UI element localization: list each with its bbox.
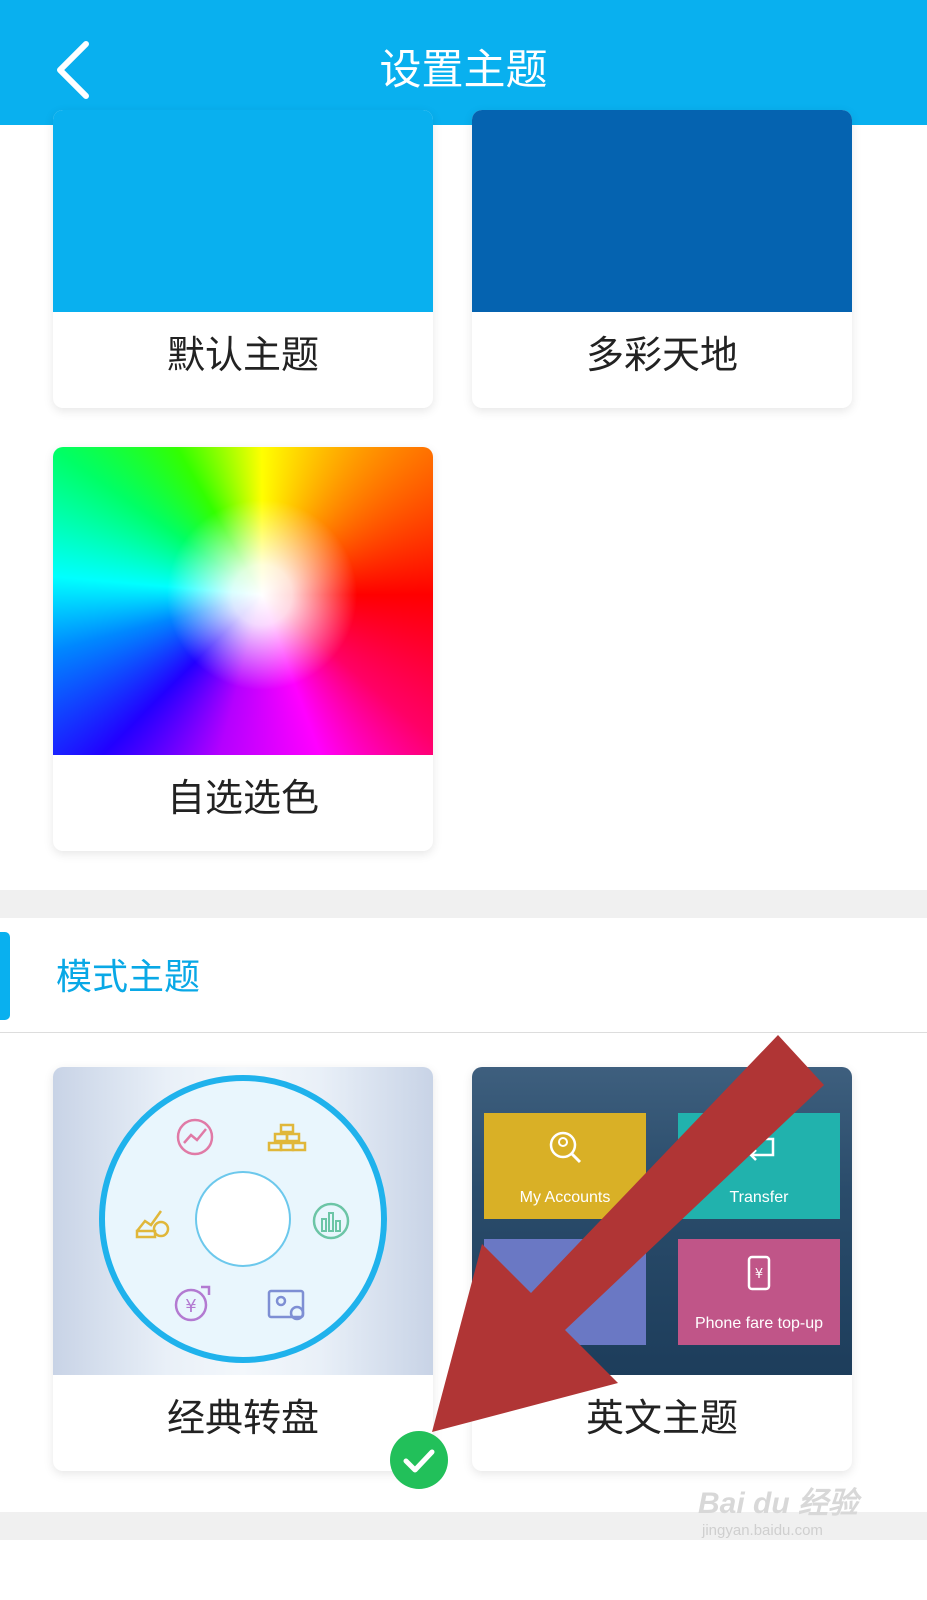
svg-text:¥: ¥ — [755, 1267, 763, 1282]
tile-my-accounts: My Accounts — [484, 1113, 646, 1219]
section-accent-bar — [0, 932, 10, 1020]
tile-label: Transfer — [729, 1189, 789, 1206]
theme-label: 多彩天地 — [585, 333, 738, 377]
growth-coins-icon — [135, 1210, 170, 1239]
english-theme-preview: My Accounts Transfer ¥ Phone fare top-up — [472, 1067, 852, 1375]
svg-text:¥: ¥ — [185, 1296, 196, 1317]
theme-card-custom[interactable]: 自选选色 — [53, 447, 433, 851]
tile-label: Phone fare top-up — [694, 1315, 824, 1332]
account-search-icon — [549, 1131, 582, 1164]
watermark-logo: Bai du 经验 jingyan.baidu.com — [698, 1478, 898, 1548]
mode-card-classic[interactable]: ¥ 经典转盘 — [53, 1067, 433, 1471]
transfer-icon — [745, 1137, 775, 1161]
section-gap — [0, 890, 927, 918]
mode-label: 英文主题 — [585, 1396, 738, 1440]
theme-card-colorful[interactable]: 多彩天地 — [472, 110, 852, 408]
photo-card-icon — [267, 1289, 305, 1321]
tile-label: My Accounts — [519, 1189, 611, 1206]
gold-bars-icon — [267, 1123, 307, 1152]
mode-card-english[interactable]: My Accounts Transfer ¥ Phone fare top-up… — [472, 1067, 852, 1471]
bar-chart-icon — [312, 1202, 350, 1240]
theme-swatch-colorful — [472, 110, 852, 312]
section-title: 模式主题 — [56, 957, 201, 998]
trend-icon — [176, 1118, 214, 1156]
mode-label: 经典转盘 — [166, 1396, 319, 1440]
divider — [0, 1032, 927, 1033]
selected-check-badge[interactable] — [390, 1431, 448, 1489]
theme-swatch-default — [53, 110, 433, 312]
tile-transfer: Transfer — [678, 1113, 840, 1219]
page-title: 设置主题 — [379, 45, 548, 94]
yuan-exchange-icon: ¥ — [174, 1285, 211, 1322]
watermark-main: Bai du 经验 — [698, 1487, 859, 1520]
watermark-sub: jingyan.baidu.com — [702, 1522, 823, 1539]
theme-card-default[interactable]: 默认主题 — [53, 110, 433, 408]
tile-card — [484, 1239, 646, 1345]
classic-wheel-preview: ¥ — [53, 1067, 433, 1375]
top-bar: 设置主题 — [0, 0, 927, 125]
wheel-hub — [195, 1171, 291, 1267]
phone-icon: ¥ — [747, 1255, 771, 1291]
theme-label: 自选选色 — [166, 776, 319, 820]
color-wheel-swatch — [53, 447, 433, 755]
checkmark-icon — [403, 1449, 435, 1473]
tile-phone-top-up: ¥ Phone fare top-up — [678, 1239, 840, 1345]
theme-label: 默认主题 — [166, 333, 319, 377]
